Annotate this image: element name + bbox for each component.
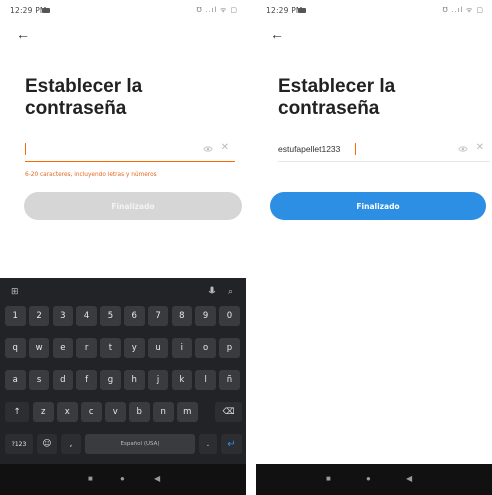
- back-icon[interactable]: ◀: [406, 474, 412, 483]
- microphone-icon[interactable]: [208, 286, 216, 298]
- key[interactable]: 9: [195, 306, 216, 326]
- keyboard-toolbar: ⊞ ⌕: [0, 278, 246, 304]
- key[interactable]: m: [177, 402, 198, 422]
- shift-key[interactable]: ↑: [5, 402, 29, 422]
- back-arrow-icon[interactable]: ←: [16, 27, 30, 41]
- space-key[interactable]: Español (USA): [85, 434, 195, 454]
- emoji-key[interactable]: ☺: [37, 434, 57, 454]
- key[interactable]: z: [33, 402, 54, 422]
- key[interactable]: g: [100, 370, 121, 390]
- notification-icon: [298, 8, 306, 13]
- symbols-key[interactable]: ?123: [5, 434, 33, 454]
- key[interactable]: r: [76, 338, 97, 358]
- title-line-2: contraseña: [25, 98, 127, 119]
- clear-icon[interactable]: ✕: [221, 143, 229, 153]
- key[interactable]: f: [76, 370, 97, 390]
- text-cursor: [25, 143, 26, 155]
- title-line-1: Establecer la: [25, 76, 143, 97]
- key[interactable]: 5: [100, 306, 121, 326]
- back-icon[interactable]: ◀: [154, 474, 160, 483]
- keyboard-row-numbers: 1234567890: [0, 306, 246, 332]
- search-icon[interactable]: ⌕: [228, 286, 233, 297]
- key[interactable]: k: [171, 370, 193, 390]
- eye-icon[interactable]: [203, 144, 213, 154]
- key[interactable]: ñ: [219, 370, 240, 390]
- recents-icon[interactable]: ■: [88, 474, 93, 483]
- key[interactable]: c: [81, 402, 102, 422]
- eye-icon[interactable]: [458, 144, 468, 154]
- home-icon[interactable]: ●: [366, 474, 371, 483]
- password-value: estufapellet1233: [278, 144, 341, 154]
- key[interactable]: 3: [52, 306, 74, 326]
- key[interactable]: o: [195, 338, 216, 358]
- backspace-key[interactable]: ⌫: [215, 402, 242, 422]
- key[interactable]: 2: [28, 306, 50, 326]
- title-line-1: Establecer la: [278, 76, 396, 97]
- key[interactable]: t: [100, 338, 121, 358]
- key[interactable]: h: [124, 370, 145, 390]
- status-icons: ℧ ..ıl ᯤ ▢: [442, 7, 484, 14]
- home-icon[interactable]: ●: [120, 474, 125, 483]
- key[interactable]: s: [28, 370, 50, 390]
- phone-left: 12:29 PM ℧ ..ıl ᯤ ▢ ← Establecer la cont…: [0, 0, 246, 495]
- key[interactable]: j: [147, 370, 169, 390]
- navigation-bar: ■ ● ◀: [0, 464, 246, 495]
- back-arrow-icon[interactable]: ←: [270, 27, 284, 41]
- page-title: Establecer la contraseña: [278, 76, 478, 120]
- key[interactable]: 8: [171, 306, 193, 326]
- key[interactable]: u: [147, 338, 169, 358]
- key[interactable]: w: [28, 338, 50, 358]
- key[interactable]: 6: [124, 306, 145, 326]
- recents-icon[interactable]: ■: [326, 474, 331, 483]
- keyboard-row-1: qwertyuiop: [0, 338, 246, 364]
- comma-key[interactable]: ,: [61, 434, 81, 454]
- grid-icon[interactable]: ⊞: [11, 286, 19, 297]
- text-cursor: [355, 143, 356, 155]
- key[interactable]: d: [52, 370, 74, 390]
- key[interactable]: 7: [147, 306, 169, 326]
- phone-right: 12:29 PM ℧ ..ıl ᯤ ▢ ← Establecer la cont…: [246, 0, 492, 495]
- password-input[interactable]: estufapellet1233 ✕: [278, 140, 490, 162]
- key[interactable]: n: [153, 402, 174, 422]
- key[interactable]: 1: [5, 306, 26, 326]
- input-underline: [278, 161, 490, 162]
- key[interactable]: l: [195, 370, 216, 390]
- key[interactable]: 4: [76, 306, 97, 326]
- input-underline: [25, 161, 235, 162]
- status-bar: 12:29 PM ℧ ..ıl ᯤ ▢: [256, 0, 492, 22]
- key[interactable]: p: [219, 338, 240, 358]
- finish-button[interactable]: Finalizado: [270, 192, 486, 220]
- password-hint: 6-20 caracteres, incluyendo letras y núm…: [25, 172, 157, 178]
- key[interactable]: y: [124, 338, 145, 358]
- password-input[interactable]: ✕: [25, 140, 235, 162]
- key[interactable]: 0: [219, 306, 240, 326]
- key[interactable]: v: [105, 402, 126, 422]
- key[interactable]: i: [171, 338, 193, 358]
- title-line-2: contraseña: [278, 98, 380, 119]
- key[interactable]: q: [5, 338, 26, 358]
- period-key[interactable]: .: [199, 434, 217, 454]
- clear-icon[interactable]: ✕: [476, 143, 484, 153]
- notification-icon: [42, 8, 50, 13]
- enter-key[interactable]: ↵: [221, 434, 242, 454]
- navigation-bar: ■ ● ◀: [256, 464, 492, 495]
- status-icons: ℧ ..ıl ᯤ ▢: [196, 7, 238, 14]
- key[interactable]: a: [5, 370, 26, 390]
- key[interactable]: x: [57, 402, 78, 422]
- status-bar: 12:29 PM ℧ ..ıl ᯤ ▢: [0, 0, 246, 22]
- keyboard-row-3: ↑ z x c v b n m ⌫: [0, 402, 246, 428]
- keyboard-row-2: asdfghjklñ: [0, 370, 246, 396]
- page-title: Establecer la contraseña: [25, 76, 225, 120]
- keyboard: ⊞ ⌕ 1234567890 qwertyuiop asdfghjklñ ↑ z x…: [0, 278, 246, 464]
- keyboard-row-bottom: ?123 ☺ , Español (USA) . ↵: [0, 434, 246, 460]
- key[interactable]: b: [129, 402, 150, 422]
- finish-button[interactable]: Finalizado: [24, 192, 242, 220]
- key[interactable]: e: [52, 338, 74, 358]
